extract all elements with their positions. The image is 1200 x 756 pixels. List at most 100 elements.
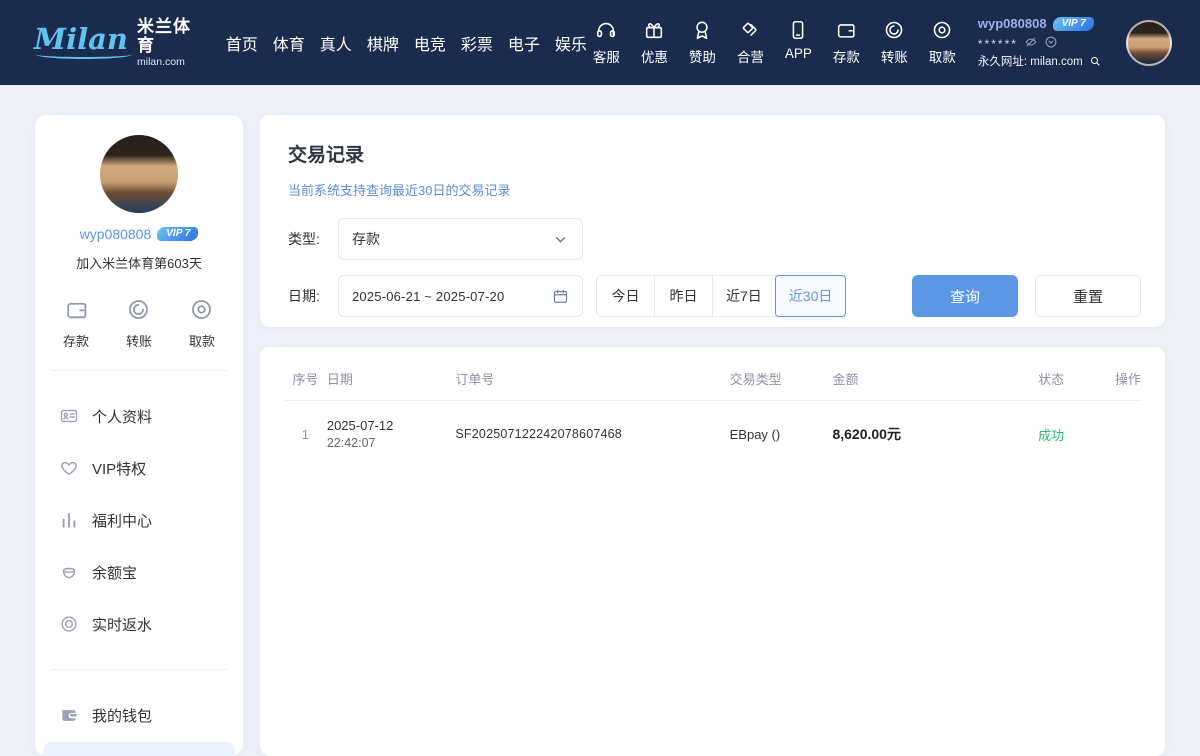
quick-action-label: 存款 (63, 331, 89, 350)
nav-item-slots[interactable]: 电子 (508, 31, 540, 55)
sidebar-item-vip[interactable]: VIP特权 (43, 443, 235, 493)
nav-item-lottery[interactable]: 彩票 (461, 31, 493, 55)
quick-action-withdraw[interactable]: 取款 (189, 297, 215, 350)
nav-item-esports[interactable]: 电竞 (414, 31, 446, 55)
shortcut-label: 赞助 (689, 46, 716, 66)
shortcut-app[interactable]: APP (779, 19, 818, 66)
type-label: 类型: (288, 229, 338, 249)
cell-date-time: 22:42:07 (327, 436, 456, 450)
cell-amount: 8,620.00元 (832, 424, 1038, 444)
cell-type: EBpay () (730, 427, 833, 442)
gift-icon (643, 19, 665, 41)
wallet-filled-icon (59, 705, 79, 725)
sidebar-item-yuebao[interactable]: 余额宝 (43, 547, 235, 597)
nav-item-live[interactable]: 真人 (320, 31, 352, 55)
range-button-today[interactable]: 今日 (596, 275, 655, 317)
page-title: 交易记录 (288, 140, 1141, 167)
vip-badge: VIP 7 (157, 227, 198, 241)
site-logo[interactable]: Milan 米兰体育 milan.com (34, 17, 202, 68)
shortcut-label: 取款 (929, 46, 956, 66)
filter-actions: 查询 重置 (912, 275, 1141, 317)
eye-off-icon[interactable] (1024, 35, 1038, 49)
sidebar-item-transactions[interactable]: 交易记录 (43, 742, 235, 756)
date-label: 日期: (288, 286, 338, 306)
sidebar-item-wallet[interactable]: 我的钱包 (43, 690, 235, 740)
column-header-amount: 金额 (832, 369, 1038, 388)
range-button-30days[interactable]: 近30日 (775, 275, 847, 317)
shortcut-label: APP (785, 46, 812, 61)
quick-action-deposit[interactable]: 存款 (63, 297, 89, 350)
column-header-action: 操作 (1098, 369, 1141, 388)
sidebar-quick-actions: 存款 转账 取款 (35, 297, 243, 350)
medal-icon (691, 19, 713, 41)
profile-sidebar: wyp080808 VIP 7 加入米兰体育第603天 存款 转账 取款 个人资… (35, 115, 243, 756)
shortcut-transfer[interactable]: 转账 (875, 19, 914, 66)
quick-range-group: 今日 昨日 近7日 近30日 (596, 275, 846, 317)
shortcut-label: 存款 (833, 46, 860, 66)
sidebar-item-label: 实时返水 (92, 614, 152, 635)
cell-no: 1 (284, 427, 327, 442)
column-header-date: 日期 (327, 369, 456, 388)
username: wyp080808 (978, 16, 1047, 31)
logo-title-block: 米兰体育 milan.com (137, 17, 202, 68)
shortcut-label: 转账 (881, 46, 908, 66)
main-nav: 首页 体育 真人 棋牌 电竞 彩票 电子 娱乐 (226, 31, 587, 55)
table-row: 1 2025-07-12 22:42:07 SF2025071222420786… (284, 401, 1141, 467)
withdraw-icon (189, 297, 214, 322)
quick-action-label: 转账 (126, 331, 152, 350)
sidebar-item-welfare[interactable]: 福利中心 (43, 495, 235, 545)
query-button[interactable]: 查询 (912, 275, 1018, 317)
column-header-type: 交易类型 (730, 369, 833, 388)
transaction-table-card: 序号 日期 订单号 交易类型 金额 状态 操作 1 2025-07-12 22:… (260, 347, 1165, 756)
divider (51, 370, 227, 371)
logo-brand-text: Milan (34, 25, 128, 60)
shortcut-service[interactable]: 客服 (587, 19, 626, 66)
filter-subtitle: 当前系统支持查询最近30日的交易记录 (288, 180, 1141, 199)
shortcut-promo[interactable]: 优惠 (635, 19, 674, 66)
sidebar-item-label: 我的钱包 (92, 705, 152, 726)
header-user-block: wyp080808 VIP 7 ****** 永久网址: milan.com (978, 16, 1114, 69)
headset-icon (595, 19, 617, 41)
quick-action-label: 取款 (189, 331, 215, 350)
column-header-no: 序号 (284, 369, 327, 388)
nav-item-home[interactable]: 首页 (226, 31, 258, 55)
shortcut-label: 合营 (737, 46, 764, 66)
join-days-text: 加入米兰体育第603天 (35, 253, 243, 272)
type-select[interactable]: 存款 (338, 218, 583, 260)
divider (51, 669, 227, 670)
search-icon[interactable] (1089, 55, 1101, 67)
logo-title: 米兰体育 (137, 17, 202, 56)
shortcut-withdraw[interactable]: 取款 (923, 19, 962, 66)
user-line: wyp080808 VIP 7 (978, 16, 1114, 31)
quick-action-transfer[interactable]: 转账 (126, 297, 152, 350)
date-range-input[interactable]: 2025-06-21 ~ 2025-07-20 (338, 275, 583, 317)
table-header: 序号 日期 订单号 交易类型 金额 状态 操作 (284, 357, 1141, 401)
nav-item-cards[interactable]: 棋牌 (367, 31, 399, 55)
column-header-order: 订单号 (455, 369, 729, 388)
sidebar-user-line: wyp080808 VIP 7 (35, 226, 243, 242)
sidebar-item-label: 福利中心 (92, 510, 152, 531)
cell-order-no: SF202507122242078607468 (455, 427, 729, 441)
sidebar-item-profile[interactable]: 个人资料 (43, 391, 235, 441)
calendar-icon (552, 288, 569, 305)
wallet-icon (64, 297, 89, 322)
avatar[interactable] (1126, 20, 1172, 66)
nav-item-entertainment[interactable]: 娱乐 (555, 31, 587, 55)
username: wyp080808 (80, 226, 152, 242)
pot-icon (59, 562, 79, 582)
shortcut-affiliate[interactable]: 合营 (731, 19, 770, 66)
type-filter-row: 类型: 存款 (288, 218, 1141, 260)
cell-date-day: 2025-07-12 (327, 418, 456, 433)
tags-icon (739, 19, 761, 41)
range-button-7days[interactable]: 近7日 (712, 275, 776, 317)
shortcut-sponsor[interactable]: 赞助 (683, 19, 722, 66)
sidebar-item-label: VIP特权 (92, 458, 146, 479)
circle-chevron-icon[interactable] (1044, 35, 1058, 49)
range-button-yesterday[interactable]: 昨日 (654, 275, 713, 317)
reset-button[interactable]: 重置 (1035, 275, 1141, 317)
shortcut-deposit[interactable]: 存款 (827, 19, 866, 66)
sidebar-item-rebate[interactable]: 实时返水 (43, 599, 235, 649)
avatar[interactable] (100, 135, 178, 213)
nav-item-sports[interactable]: 体育 (273, 31, 305, 55)
vip-badge: VIP 7 (1053, 17, 1094, 31)
